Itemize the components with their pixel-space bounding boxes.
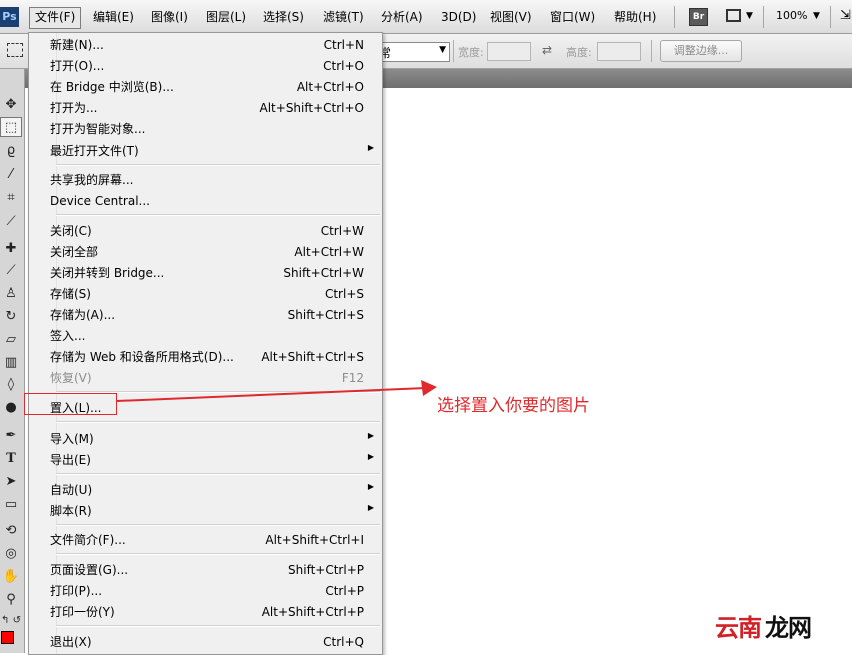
- annotation-arrow-shaft: [116, 387, 427, 402]
- annotation-arrow: [116, 380, 437, 402]
- annotation-text: 选择置入你要的图片: [437, 396, 590, 416]
- watermark-text-black: 龙网: [765, 614, 812, 642]
- annotation-arrow-head: [421, 380, 437, 396]
- watermark: 云南 龙网: [715, 608, 815, 642]
- watermark-text-red: 云南: [715, 614, 762, 642]
